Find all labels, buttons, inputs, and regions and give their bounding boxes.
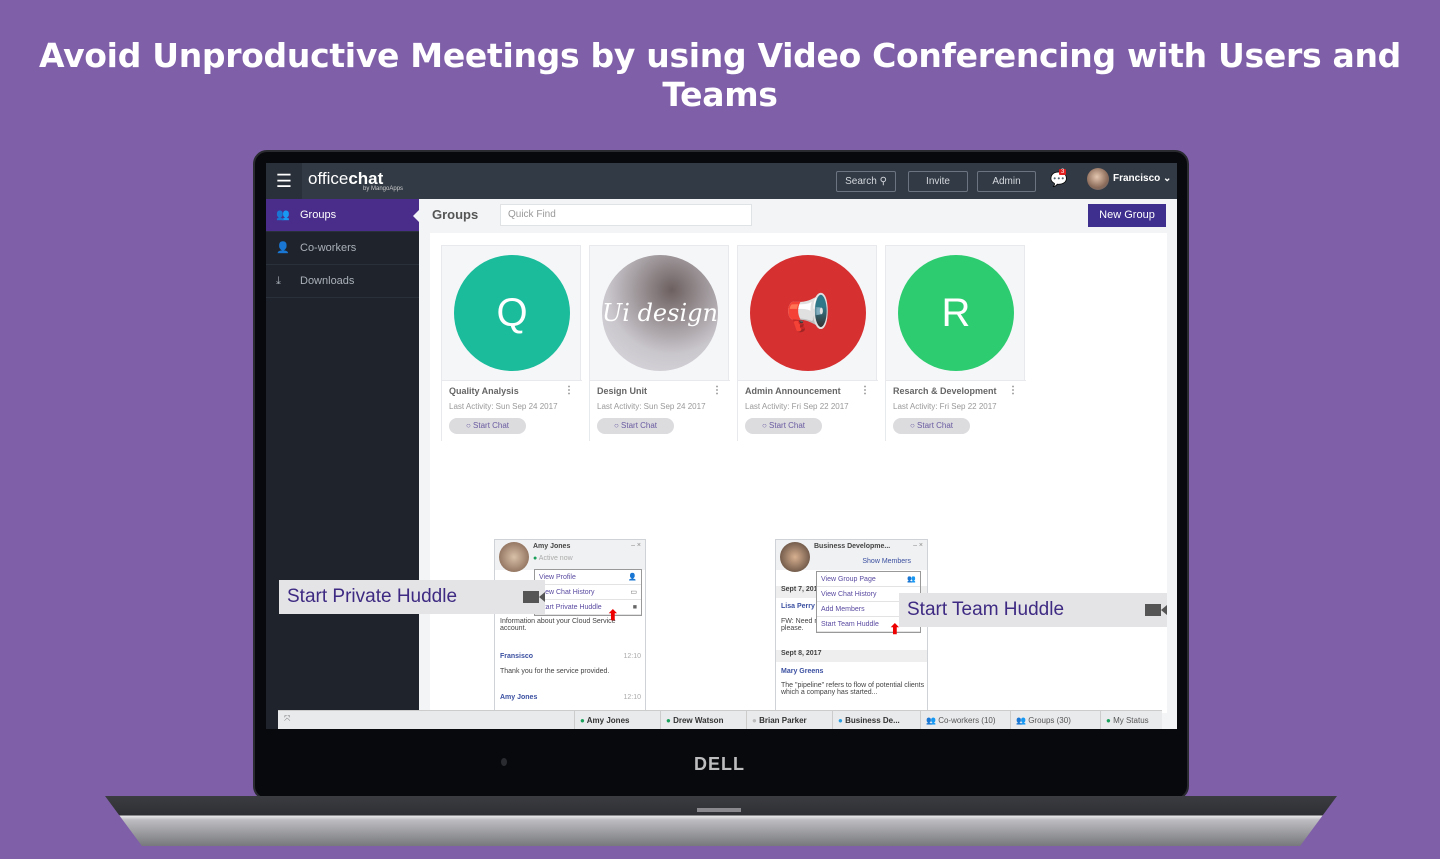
group-avatar: Q [454, 255, 570, 371]
sender: Fransisco [500, 653, 534, 660]
user-avatar[interactable] [1087, 168, 1109, 190]
group-avatar: R [898, 255, 1014, 371]
search-button[interactable]: Search ⚲ [836, 171, 896, 192]
minimize-close-icon[interactable]: – × [913, 542, 923, 549]
dell-logo: DELL [694, 754, 745, 774]
admin-button[interactable]: Admin [977, 171, 1036, 192]
last-activity: Last Activity: Fri Sep 22 2017 [893, 402, 997, 411]
tray-my-status[interactable]: ● My Status [1100, 711, 1158, 729]
tray-coworkers[interactable]: 👥 Co-workers (10) [920, 711, 1010, 729]
arrow-icon: ⬆ [889, 621, 901, 637]
start-chat-button[interactable]: ○ Start Chat [449, 418, 526, 434]
tray-chat[interactable]: ● Brian Parker [746, 711, 832, 729]
sender: Amy Jones [500, 694, 538, 701]
menu-item-group-page[interactable]: View Group Page 👥 [817, 572, 920, 587]
app-screen: ☰ officechat by MangoApps Search ⚲ Invite… [266, 163, 1177, 729]
chat-name: Business Developme... [814, 543, 891, 550]
avatar [780, 542, 810, 572]
menu-item-view-profile[interactable]: View Profile 👤 [535, 570, 641, 585]
video-camera-icon [1145, 604, 1167, 616]
webcam [501, 758, 507, 766]
tray-chat[interactable]: ● Drew Watson [660, 711, 746, 729]
timestamp: 12:10 [623, 653, 641, 660]
search-icon: ⚲ [879, 176, 887, 187]
start-chat-button[interactable]: ○ Start Chat [597, 418, 674, 434]
video-camera-icon [523, 591, 545, 603]
menu-icon[interactable]: ☰ [266, 163, 302, 199]
last-activity: Last Activity: Fri Sep 22 2017 [745, 402, 849, 411]
last-activity: Last Activity: Sun Sep 24 2017 [597, 402, 706, 411]
more-icon[interactable]: ⋮ [1008, 385, 1018, 396]
laptop-base [105, 796, 1337, 846]
top-bar: ☰ officechat by MangoApps Search ⚲ Invite… [266, 163, 1177, 199]
tray-chat[interactable]: ● Business De... [832, 711, 920, 729]
quick-find-input[interactable]: Quick Find [500, 204, 752, 226]
private-huddle-callout: Start Private Huddle [279, 580, 545, 614]
minimize-close-icon[interactable]: – × [631, 542, 641, 549]
more-icon[interactable]: ⋮ [564, 385, 574, 396]
message-text: Thank you for the service provided. [500, 668, 610, 675]
more-icon[interactable]: ⋮ [860, 385, 870, 396]
download-icon: ⤓ [276, 275, 281, 287]
megaphone-icon: 📢 [750, 255, 866, 371]
group-card[interactable]: R Resarch & Development ⋮ Last Activity: F… [885, 245, 1026, 442]
group-card[interactable]: Ui design Design Unit ⋮ Last Activity: Sun… [589, 245, 730, 442]
sidebar-item-coworkers[interactable]: 👤 Co-workers [266, 232, 419, 265]
sidebar-item-downloads[interactable]: ⤓ Downloads [266, 265, 419, 298]
group-name[interactable]: Admin Announcement [745, 386, 841, 396]
team-huddle-callout: Start Team Huddle [899, 593, 1167, 627]
user-menu[interactable]: Francisco ⌄ [1113, 173, 1171, 184]
invite-button[interactable]: Invite [908, 171, 968, 192]
start-chat-button[interactable]: ○ Start Chat [745, 418, 822, 434]
sidebar-item-groups[interactable]: 👥 Groups [266, 199, 420, 232]
show-members-link[interactable]: Show Members [862, 558, 911, 565]
chat-tray: ⤧ ● Amy Jones ● Drew Watson ● Brian Park… [278, 710, 1162, 729]
date-divider: Sept 8, 2017 [776, 650, 927, 662]
avatar [499, 542, 529, 572]
private-chat-menu: View Profile 👤 View Chat History ▭ Start P… [534, 569, 642, 616]
last-activity: Last Activity: Sun Sep 24 2017 [449, 402, 558, 411]
menu-item-chat-history[interactable]: View Chat History ▭ [535, 585, 641, 600]
sender: Lisa Perry [781, 603, 815, 610]
group-name[interactable]: Resarch & Development [893, 386, 997, 396]
group-card[interactable]: 📢 Admin Announcement ⋮ Last Activity: Fri … [737, 245, 878, 442]
group-avatar: Ui design [602, 255, 718, 371]
app-logo: officechat by MangoApps [308, 169, 404, 192]
sender: Mary Greens [781, 668, 824, 675]
message-text: The "pipeline" refers to flow of potenti… [781, 682, 925, 696]
arrow-icon: ⬆ [607, 607, 619, 623]
new-group-button[interactable]: New Group [1088, 204, 1166, 227]
start-chat-button[interactable]: ○ Start Chat [893, 418, 970, 434]
status-text: ● Active now [533, 555, 573, 562]
group-card[interactable]: Q Quality Analysis ⋮ Last Activity: Sun Se… [441, 245, 582, 442]
timestamp: 12:10 [623, 694, 641, 701]
tray-chat[interactable]: ● Amy Jones [574, 711, 660, 729]
sidebar: 👥 Groups 👤 Co-workers ⤓ Downloads [266, 199, 420, 729]
user-icon: 👤 [276, 242, 290, 254]
notification-badge: 3 [1059, 169, 1067, 175]
group-name[interactable]: Quality Analysis [449, 386, 519, 396]
private-chat-window: Amy Jones – × ● Active now Information a… [494, 539, 646, 711]
groups-icon: 👥 [276, 209, 290, 221]
menu-item-private-huddle[interactable]: Start Private Huddle ■ [535, 600, 641, 615]
headline: Avoid Unproductive Meetings by using Vid… [39, 36, 1401, 114]
page-title: Groups [432, 207, 479, 222]
chat-name: Amy Jones [533, 543, 571, 550]
expand-icon[interactable]: ⤧ [284, 714, 290, 724]
tray-groups[interactable]: 👥 Groups (30) [1010, 711, 1100, 729]
more-icon[interactable]: ⋮ [712, 385, 722, 396]
group-name[interactable]: Design Unit [597, 386, 647, 396]
